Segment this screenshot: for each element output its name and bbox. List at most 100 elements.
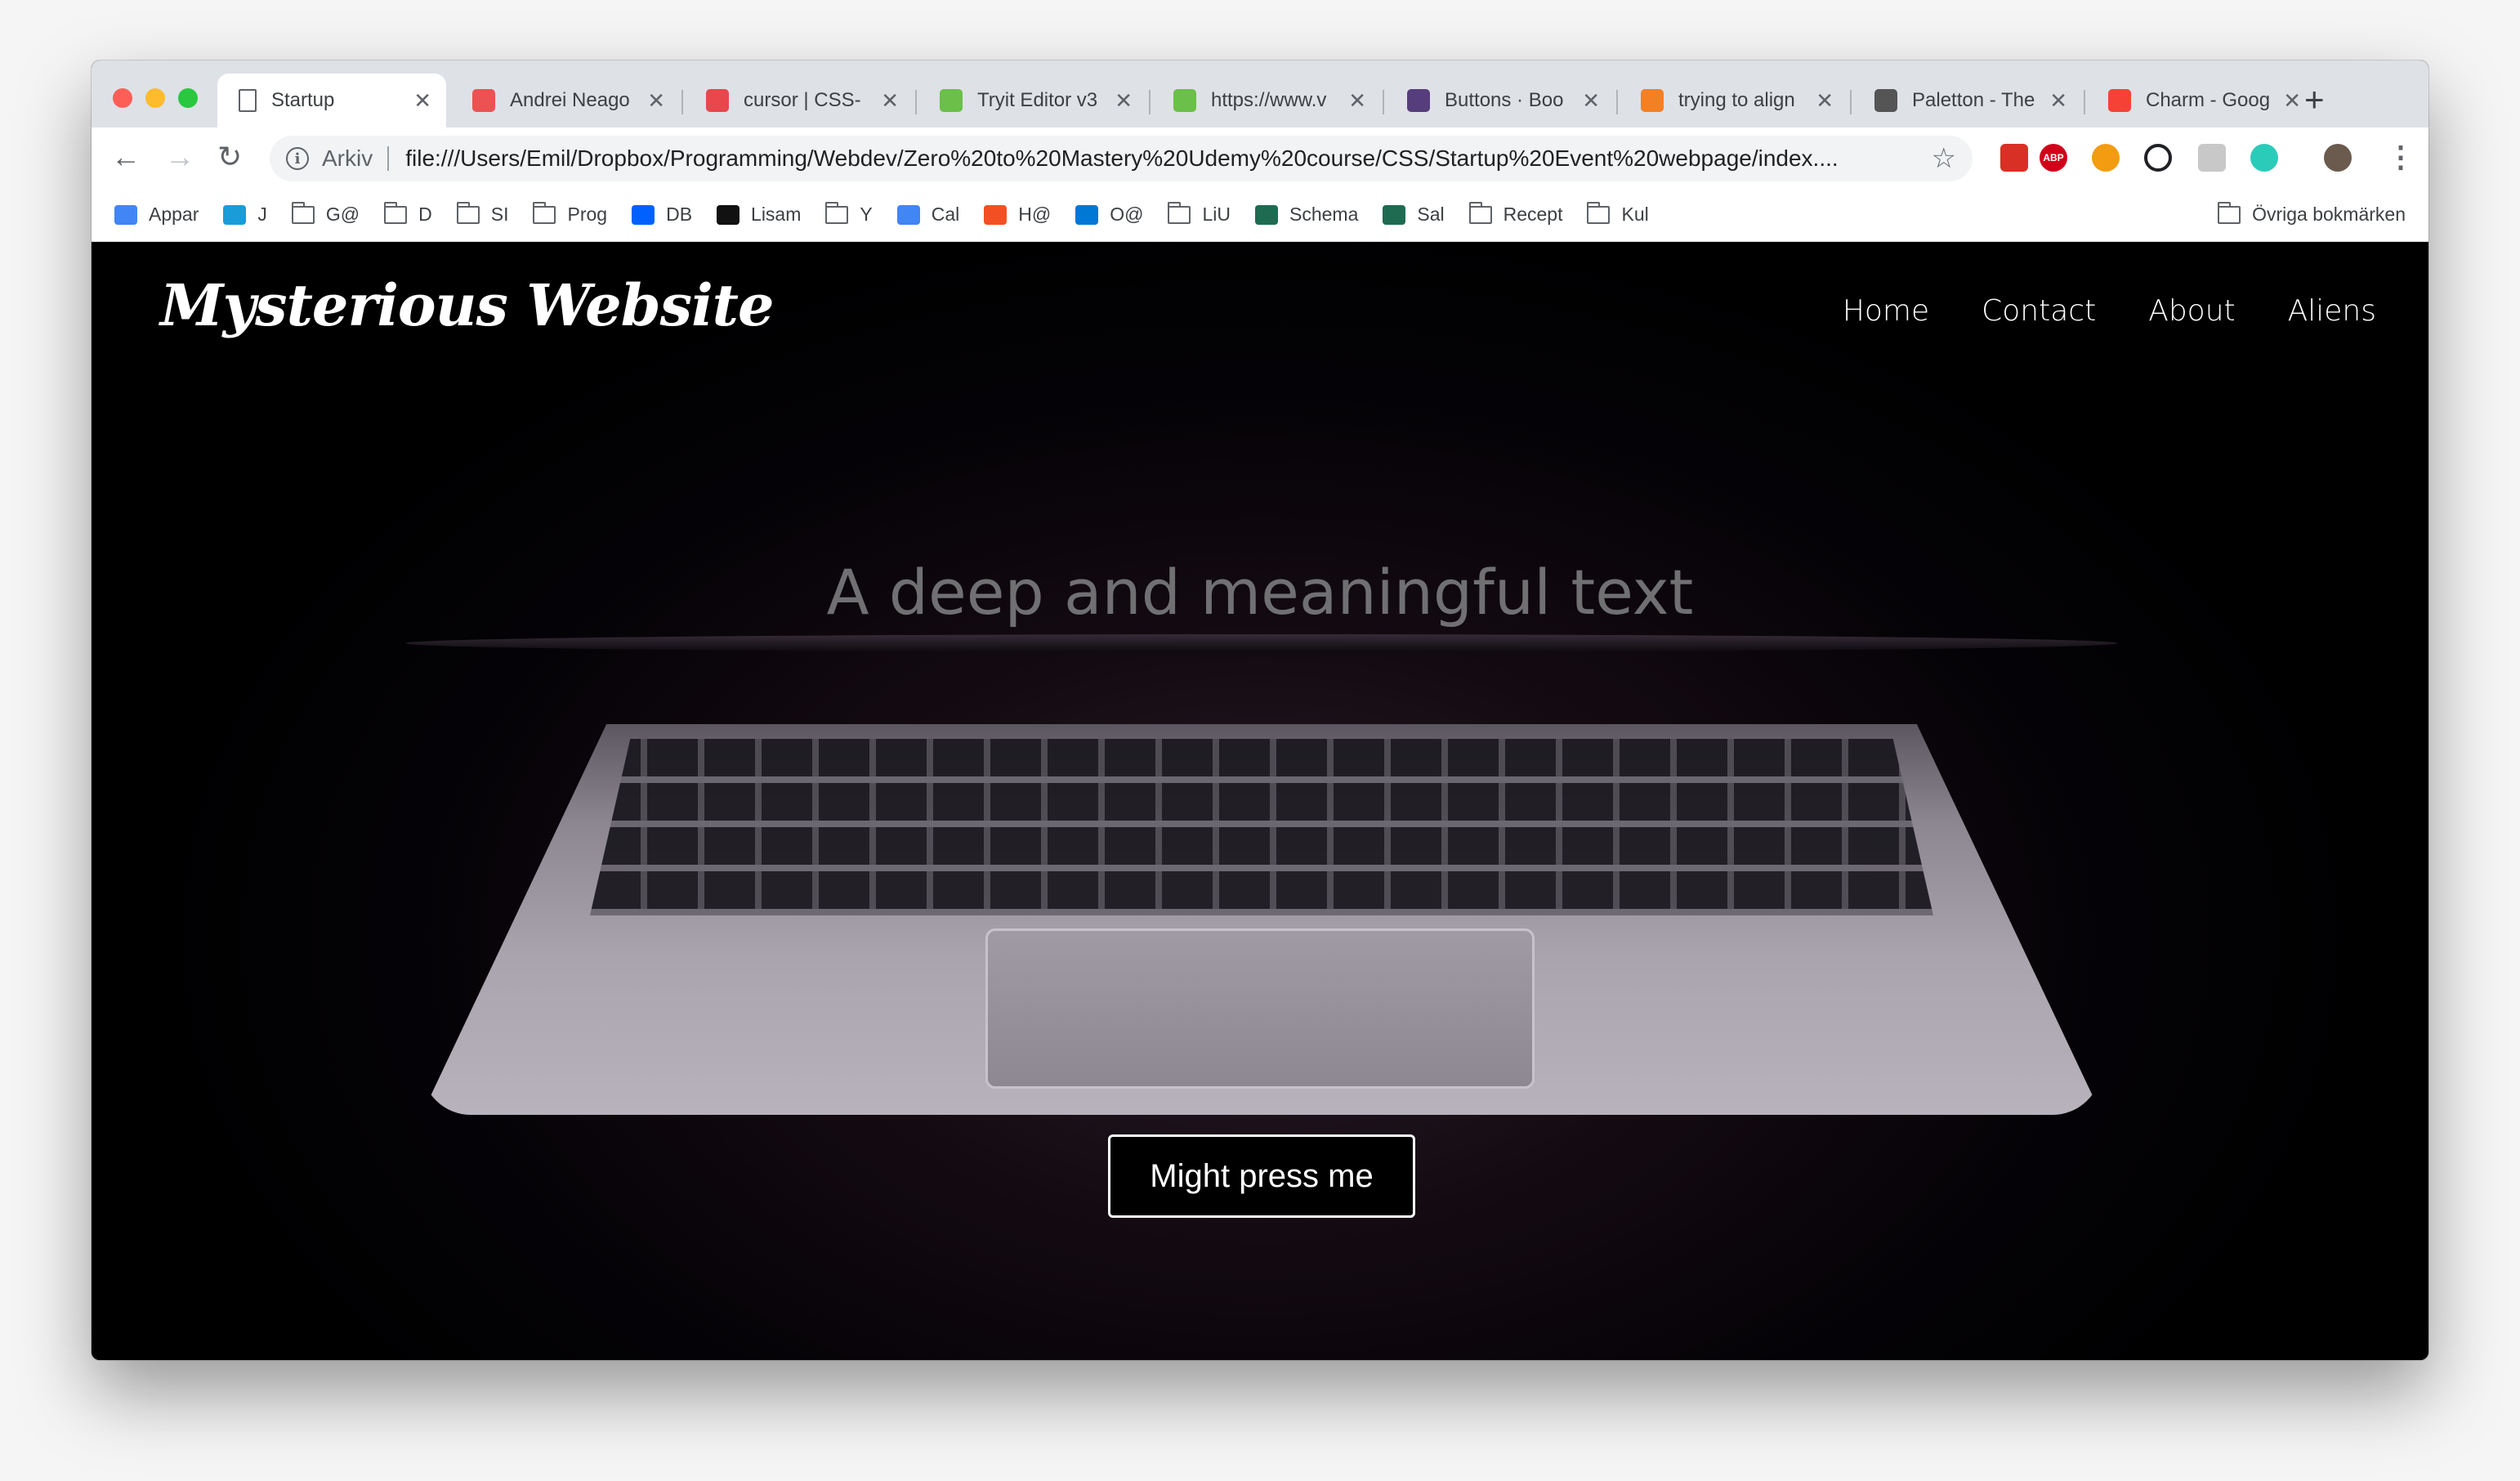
close-tab-icon[interactable]: ✕: [1816, 88, 1834, 114]
tab-separator: [1149, 90, 1151, 114]
tab-7[interactable]: Paletton - The ✕: [1853, 74, 2082, 128]
bookmark-9[interactable]: Cal: [896, 204, 959, 226]
w3schools-icon: [940, 89, 963, 112]
maximize-window-button[interactable]: [178, 88, 198, 108]
bookmark-label: Appar: [149, 204, 199, 225]
stackoverflow-icon: [1641, 89, 1664, 112]
bookmark-0[interactable]: Appar: [114, 204, 199, 226]
tab-4[interactable]: https://www.v ✕: [1152, 74, 1381, 128]
udemy-icon: [472, 89, 495, 112]
tab-8[interactable]: Charm - Goog ✕: [2087, 74, 2316, 128]
tab-3[interactable]: Tryit Editor v3 ✕: [918, 74, 1147, 128]
nav-home[interactable]: Home: [1843, 294, 1929, 328]
bookmark-label: SI: [490, 204, 509, 225]
close-tab-icon[interactable]: ✕: [1115, 88, 1133, 114]
site-logo[interactable]: Mysterious Website: [160, 271, 775, 339]
tab-separator: [2084, 90, 2085, 114]
cloud-icon: [223, 204, 247, 225]
bootstrap-icon: [1407, 89, 1430, 112]
close-tab-icon[interactable]: ✕: [2049, 88, 2067, 114]
tab-5[interactable]: Buttons · Boo ✕: [1386, 74, 1615, 128]
extension-teal-icon[interactable]: [2250, 144, 2278, 172]
folder-icon: [384, 201, 408, 224]
nav-about[interactable]: About: [2148, 294, 2235, 328]
bookmark-7[interactable]: Lisam: [717, 204, 801, 226]
close-window-button[interactable]: [113, 88, 132, 108]
te-icon: [1254, 204, 1278, 225]
folder-icon: [1168, 201, 1191, 224]
tab-0[interactable]: Startup ✕: [217, 74, 446, 128]
close-tab-icon[interactable]: ✕: [647, 88, 665, 114]
hero-headline: A deep and meaningful text: [826, 556, 1694, 629]
nav-aliens[interactable]: Aliens: [2288, 294, 2376, 328]
extension-play-icon[interactable]: [2092, 144, 2120, 172]
close-tab-icon[interactable]: ✕: [1348, 88, 1366, 114]
adblock-icon[interactable]: ABP: [2040, 144, 2067, 172]
bookmark-6[interactable]: DB: [632, 204, 692, 226]
folder-icon: [533, 201, 556, 224]
bookmark-16[interactable]: Kul: [1587, 201, 1649, 226]
tab-separator: [915, 90, 917, 114]
dropbox-icon: [632, 204, 655, 225]
bookmark-label: Sal: [1417, 204, 1445, 225]
tab-6[interactable]: trying to align ✕: [1620, 74, 1848, 128]
te-icon: [1383, 204, 1406, 225]
tab-title: Paletton - The: [1912, 89, 2035, 111]
nav-contact[interactable]: Contact: [1982, 294, 2096, 328]
timer-icon[interactable]: [2144, 144, 2172, 172]
tab-strip: + Startup ✕ Andrei Neago ✕ cursor | CSS- ✕ Try…: [92, 60, 2428, 128]
bookmark-8[interactable]: Y: [825, 201, 873, 226]
bookmark-14[interactable]: Sal: [1383, 204, 1445, 226]
tab-title: https://www.v: [1211, 89, 1327, 111]
extension-page-icon[interactable]: [2198, 144, 2226, 172]
profile-avatar[interactable]: [2324, 144, 2352, 172]
laptop-image-lid: [405, 634, 2118, 652]
folder-icon: [291, 201, 315, 224]
tab-title: trying to align: [1678, 89, 1795, 111]
close-tab-icon[interactable]: ✕: [1582, 88, 1600, 114]
url-text[interactable]: file:///Users/Emil/Dropbox/Programming/W…: [405, 145, 1918, 172]
bookmark-label: G@: [325, 204, 360, 225]
folder-icon: [456, 201, 480, 224]
other-bookmarks[interactable]: Övriga bokmärken: [2218, 201, 2406, 226]
page-icon: [239, 89, 257, 112]
omnibox-divider: [387, 146, 390, 171]
cta-button[interactable]: Might press me: [1108, 1134, 1415, 1218]
folder-icon: [1468, 201, 1492, 224]
browser-menu-icon[interactable]: ⋮: [2386, 137, 2415, 177]
bookmark-13[interactable]: Schema: [1254, 204, 1358, 226]
close-tab-icon[interactable]: ✕: [2283, 88, 2301, 114]
minimize-window-button[interactable]: [145, 88, 165, 108]
tab-2[interactable]: cursor | CSS- ✕: [685, 74, 914, 128]
back-arrow-icon[interactable]: ←: [111, 139, 141, 175]
bookmark-5[interactable]: Prog: [533, 201, 607, 226]
bookmark-1[interactable]: J: [223, 204, 267, 226]
bookmark-15[interactable]: Recept: [1468, 201, 1562, 226]
tab-title: cursor | CSS-: [744, 89, 861, 111]
browser-window: + Startup ✕ Andrei Neago ✕ cursor | CSS- ✕ Try…: [92, 60, 2428, 1360]
window-controls: [113, 88, 198, 108]
bookmark-10[interactable]: H@: [984, 204, 1051, 226]
bookmark-4[interactable]: SI: [456, 201, 509, 226]
bookmark-2[interactable]: G@: [291, 201, 360, 226]
tab-separator: [1616, 90, 1618, 114]
paletton-icon: [1874, 89, 1897, 112]
bookmark-label: D: [418, 204, 432, 225]
other-bookmarks-label: Övriga bokmärken: [2252, 204, 2406, 225]
info-icon[interactable]: i: [286, 147, 309, 170]
bookmark-label: Y: [860, 204, 873, 225]
close-tab-icon[interactable]: ✕: [413, 88, 431, 114]
extension-red-icon[interactable]: [2000, 144, 2028, 172]
forward-arrow-icon[interactable]: →: [165, 139, 194, 175]
tab-1[interactable]: Andrei Neago ✕: [451, 74, 680, 128]
bookmark-star-icon[interactable]: ☆: [1932, 142, 1956, 175]
w3schools-icon: [1173, 89, 1196, 112]
tab-title: Buttons · Boo: [1445, 89, 1564, 111]
tab-title: Startup: [271, 89, 335, 111]
reload-icon[interactable]: ↻: [217, 139, 242, 175]
bookmark-3[interactable]: D: [384, 201, 432, 226]
address-bar[interactable]: i Arkiv file:///Users/Emil/Dropbox/Progr…: [270, 136, 1973, 181]
bookmark-11[interactable]: O@: [1075, 204, 1143, 226]
close-tab-icon[interactable]: ✕: [881, 88, 899, 114]
bookmark-12[interactable]: LiU: [1168, 201, 1231, 226]
